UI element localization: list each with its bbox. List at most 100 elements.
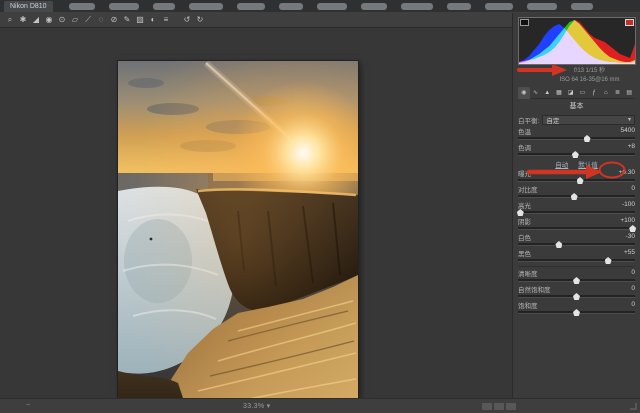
tab-effects[interactable]: ƒ xyxy=(588,87,600,99)
slider-value[interactable]: 0 xyxy=(611,269,635,276)
tab-split-toning[interactable]: ◪ xyxy=(565,87,577,99)
tab-basic[interactable]: ◉ xyxy=(518,87,530,99)
slider-thumb[interactable] xyxy=(573,309,580,316)
color-sampler-tool-icon[interactable]: ◉ xyxy=(43,14,55,26)
resize-grip[interactable] xyxy=(630,403,637,410)
slider-thumb[interactable] xyxy=(573,293,580,300)
preview-canvas xyxy=(0,28,512,413)
slider-track[interactable] xyxy=(518,224,637,232)
slider-thumb[interactable] xyxy=(604,257,612,264)
shadow-clipping-indicator[interactable] xyxy=(520,19,529,26)
photo-preview[interactable] xyxy=(118,61,358,413)
slider-row-高光: 高光 -100 xyxy=(516,201,635,216)
slider-track[interactable] xyxy=(518,176,635,184)
histogram xyxy=(518,17,636,65)
slider-value[interactable]: +100 xyxy=(611,217,635,224)
slider-row-自然饱和度: 自然饱和度 0 xyxy=(518,285,635,300)
slider-value[interactable]: +55 xyxy=(611,249,635,256)
slider-value[interactable]: 0 xyxy=(611,285,635,292)
graduated-filter-tool-icon[interactable]: ▨ xyxy=(134,14,146,26)
titlebar-blob xyxy=(484,2,513,10)
slider-thumb[interactable] xyxy=(629,225,637,232)
slider-row-对比度: 对比度 0 xyxy=(518,185,635,200)
white-balance-value: 自定 xyxy=(546,117,560,125)
hand-tool-icon[interactable]: ✱ xyxy=(17,14,29,26)
slider-value[interactable]: -30 xyxy=(611,233,635,240)
title-bar: Nikon D810 xyxy=(0,0,640,12)
tab-detail[interactable]: ▲ xyxy=(541,87,553,99)
tab-hsl-grayscale[interactable]: ▦ xyxy=(553,87,565,99)
tab-snapshots[interactable]: ▤ xyxy=(623,87,635,99)
slider-row-白色: 白色 -30 xyxy=(518,233,635,248)
tab-tone-curve[interactable]: ∿ xyxy=(530,87,542,99)
spot-removal-tool-icon[interactable]: ◌ xyxy=(95,14,107,26)
slider-row-色调: 色调 +8 xyxy=(518,143,635,158)
slider-row-曝光: 曝光 +0.30 xyxy=(518,169,635,184)
zoom-out-button[interactable]: − xyxy=(26,402,30,409)
crop-tool-icon[interactable]: ▱ xyxy=(69,14,81,26)
highlight-clipping-indicator[interactable] xyxy=(625,19,634,26)
status-icon-1[interactable] xyxy=(482,403,492,410)
slider-value[interactable]: +0.30 xyxy=(611,169,635,176)
slider-track[interactable] xyxy=(518,292,635,300)
status-icon-2[interactable] xyxy=(494,403,504,410)
slider-value[interactable]: 5400 xyxy=(611,127,635,134)
slider-track[interactable] xyxy=(518,150,635,158)
slider-thumb[interactable] xyxy=(576,177,584,184)
targeted-adjustment-tool-icon[interactable]: ⊙ xyxy=(56,14,68,26)
white-balance-label: 白平衡: xyxy=(518,117,540,125)
zoom-level-select[interactable]: 33.3% ▾ xyxy=(243,402,270,410)
panel-tabs: ◉ ∿ ▲ ▦ ◪ ▭ ƒ ⌂ ≣ ▤ xyxy=(518,87,635,99)
titlebar-blob xyxy=(108,2,139,10)
slider-track[interactable] xyxy=(518,240,635,248)
slider-thumb[interactable] xyxy=(573,277,580,284)
white-balance-tool-icon[interactable]: ◢ xyxy=(30,14,42,26)
slider-track[interactable] xyxy=(518,134,635,142)
titlebar-blob xyxy=(316,2,347,10)
adjustment-brush-tool-icon[interactable]: ✎ xyxy=(121,14,133,26)
slider-row-阴影: 阴影 +100 xyxy=(518,217,637,232)
titlebar-decor xyxy=(68,2,593,10)
rotate-right-icon[interactable]: ↻ xyxy=(194,14,206,26)
slider-track[interactable] xyxy=(518,192,635,200)
tab-presets[interactable]: ≣ xyxy=(612,87,624,99)
straighten-tool-icon[interactable]: ⟋ xyxy=(82,14,94,26)
slider-thumb[interactable] xyxy=(583,135,591,142)
slider-thumb[interactable] xyxy=(555,241,563,248)
exif-line1: f/13 1/15 秒 xyxy=(573,68,606,74)
titlebar-blob xyxy=(152,2,175,10)
panel-title: 基本 xyxy=(569,103,584,110)
slider-track[interactable] xyxy=(518,308,635,316)
adjustments-panel: f/13 1/15 秒 ISO 64 16-35@16 mm ◉ ∿ ▲ ▦ ◪ ▭ ƒ ⌂ ≣… xyxy=(512,13,640,398)
rotate-left-icon[interactable]: ↺ xyxy=(181,14,193,26)
titlebar-blob xyxy=(188,2,223,10)
slider-thumb[interactable] xyxy=(570,193,578,200)
slider-thumb[interactable] xyxy=(571,151,579,158)
radial-filter-tool-icon[interactable]: ◐ xyxy=(147,14,159,26)
exif-line2: ISO 64 16-35@16 mm xyxy=(559,77,620,83)
status-bar: − 33.3% ▾ xyxy=(0,398,640,413)
slider-value[interactable]: -100 xyxy=(611,201,635,208)
titlebar-blob xyxy=(446,2,471,10)
status-icon-3[interactable] xyxy=(506,403,516,410)
titlebar-blob xyxy=(526,2,557,10)
auto-link[interactable]: 自动 xyxy=(555,159,568,169)
default-link[interactable]: 默认值 xyxy=(578,159,598,169)
slider-row-饱和度: 饱和度 0 xyxy=(518,301,635,316)
red-eye-tool-icon[interactable]: ⊘ xyxy=(108,14,120,26)
slider-value[interactable]: 0 xyxy=(611,185,635,192)
slider-track[interactable] xyxy=(518,256,635,264)
slider-thumb[interactable] xyxy=(516,209,524,216)
tab-camera-calibration[interactable]: ⌂ xyxy=(600,87,612,99)
auto-default-row: 自动 默认值 xyxy=(518,159,635,169)
titlebar-blob xyxy=(570,2,593,10)
chevron-down-icon: ▾ xyxy=(627,117,631,123)
slider-value[interactable]: 0 xyxy=(611,301,635,308)
preferences-icon[interactable]: ≡ xyxy=(160,14,172,26)
zoom-tool-icon[interactable]: ⌕ xyxy=(4,14,16,26)
slider-value[interactable]: +8 xyxy=(611,143,635,150)
white-balance-select[interactable]: 自定 ▾ xyxy=(542,114,635,125)
tab-lens-corrections[interactable]: ▭ xyxy=(577,87,589,99)
slider-track[interactable] xyxy=(518,276,635,284)
slider-track[interactable] xyxy=(516,208,635,216)
